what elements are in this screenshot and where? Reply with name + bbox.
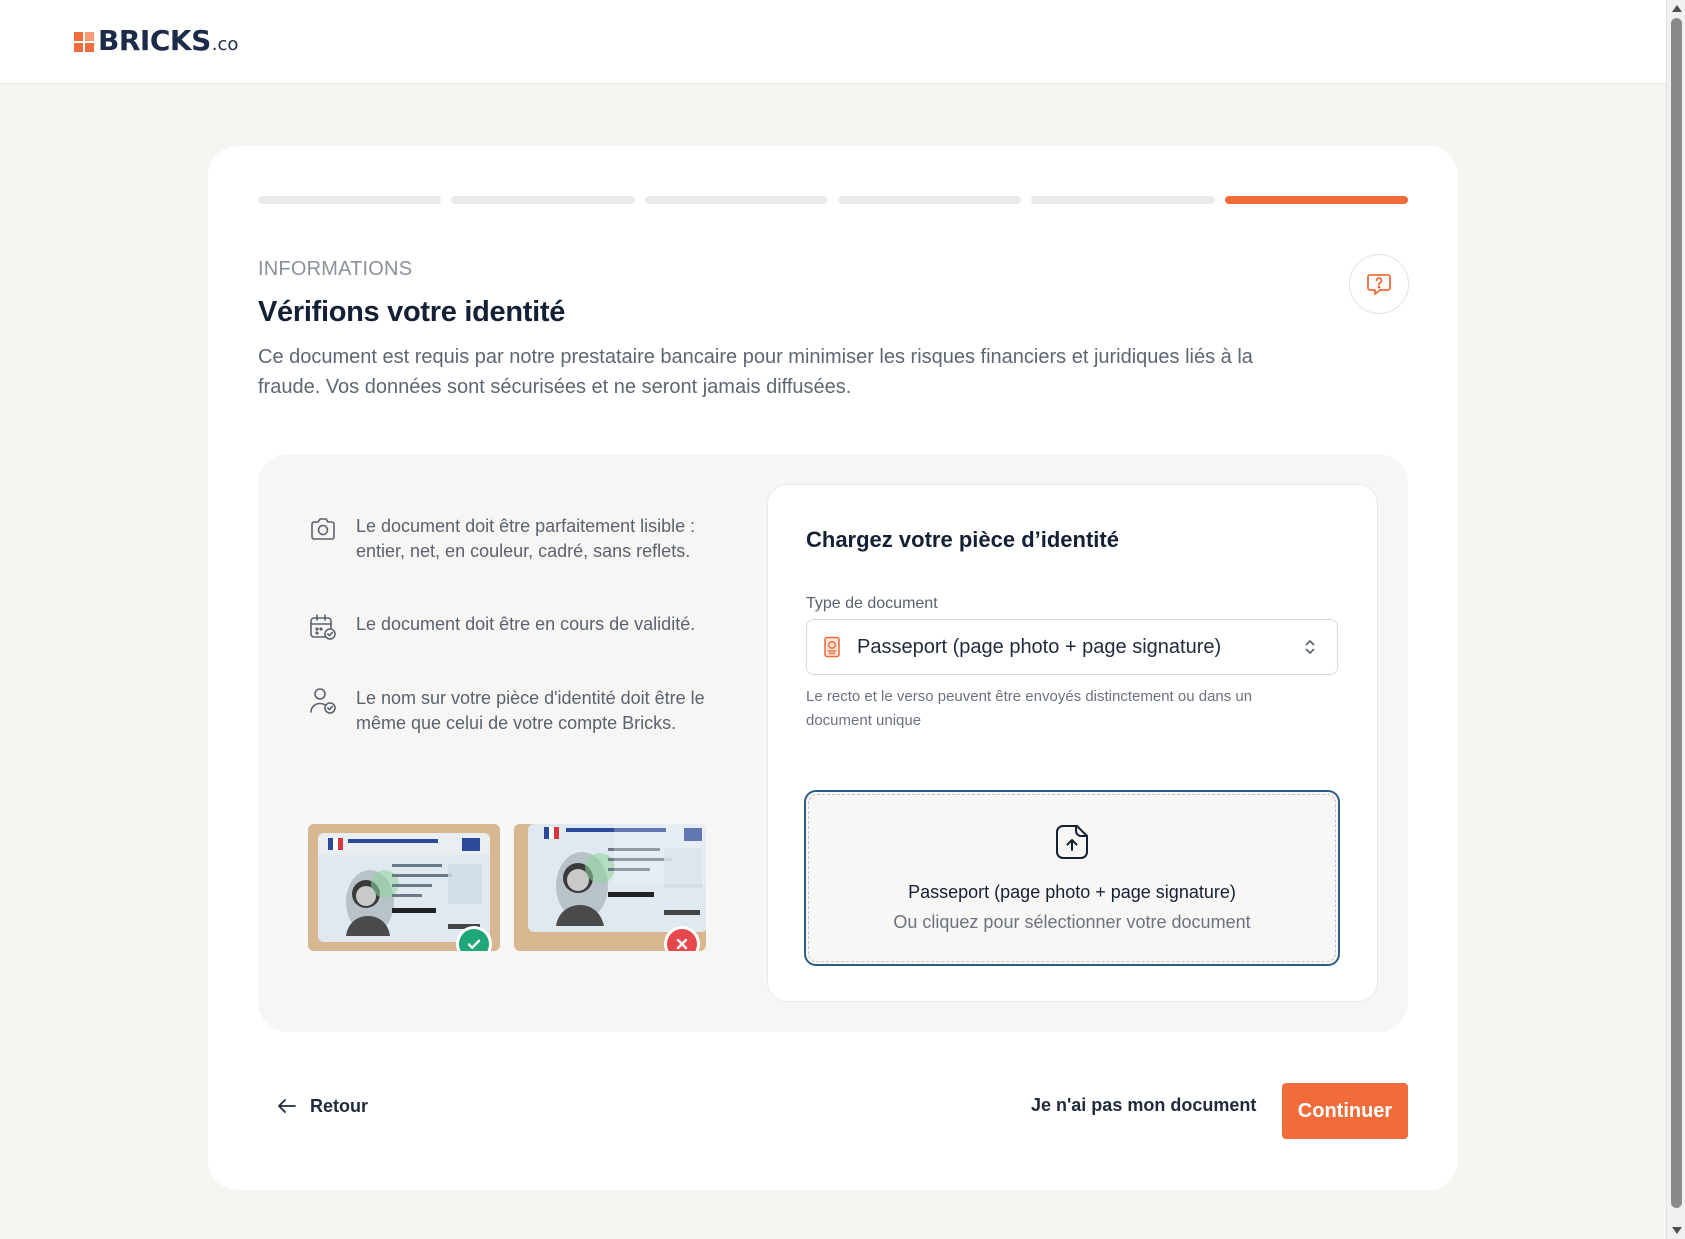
back-button-label: Retour — [310, 1095, 368, 1116]
calendar-check-icon — [310, 614, 336, 640]
check-icon — [467, 939, 481, 949]
dropzone-dashed-border — [808, 794, 1336, 962]
sample-id-valid — [308, 824, 500, 951]
logo-mark-icon — [74, 32, 94, 52]
sample-id-invalid — [514, 824, 706, 951]
document-type-select[interactable]: Passeport (page photo + page signature) — [806, 619, 1338, 675]
upload-panel: Le document doit être parfaitement lisib… — [258, 454, 1408, 1032]
progress-steps — [258, 196, 1408, 204]
logo-suffix: .co — [211, 34, 239, 55]
requirement-text: Le document doit être en cours de validi… — [356, 614, 696, 634]
back-button[interactable]: Retour — [276, 1095, 368, 1117]
scroll-up-arrow-icon[interactable] — [1672, 5, 1682, 12]
scroll-down-arrow-icon[interactable] — [1672, 1227, 1682, 1234]
progress-step — [1031, 196, 1215, 204]
logo-text: BRICKS — [98, 24, 211, 57]
document-type-value: Passeport (page photo + page signature) — [857, 635, 1222, 658]
progress-step — [837, 196, 1022, 204]
progress-step — [258, 196, 442, 204]
scroll-thumb[interactable] — [1671, 18, 1682, 1208]
progress-step — [451, 196, 635, 204]
chevron-up-down-icon — [1305, 640, 1315, 654]
document-type-hint: Le recto et le verso peuvent être envoyé… — [806, 688, 1253, 729]
document-dropzone[interactable]: Passeport (page photo + page signature) … — [804, 790, 1340, 966]
page-description: Ce document est requis par notre prestat… — [258, 346, 1253, 398]
arrow-left-icon — [278, 1099, 296, 1113]
requirement-item: Le document doit être parfaitement lisib… — [308, 514, 708, 564]
file-upload-icon — [1056, 825, 1088, 859]
passport-icon — [824, 636, 840, 658]
upload-title: Chargez votre pièce d’identité — [806, 527, 1119, 552]
camera-icon — [311, 518, 335, 540]
dropzone-subtitle: Ou cliquez pour sélectionner votre docum… — [893, 912, 1251, 932]
top-bar: BRICKS .co — [0, 0, 1666, 84]
document-type-label: Type de document — [806, 595, 938, 612]
close-icon — [676, 938, 688, 950]
requirement-text: Le nom sur votre pièce d'identité doit ê… — [356, 688, 705, 733]
continue-button[interactable]: Continuer — [1282, 1083, 1408, 1139]
page-title: Vérifions votre identité — [258, 296, 566, 328]
bricks-logo[interactable]: BRICKS .co — [74, 26, 238, 56]
upload-card: Chargez votre pièce d’identité Type de d… — [767, 484, 1378, 1002]
page-scrollbar[interactable] — [1666, 0, 1685, 1239]
requirement-item: Le nom sur votre pièce d'identité doit ê… — [308, 686, 708, 736]
dropzone-title: Passeport (page photo + page signature) — [908, 882, 1236, 902]
no-document-link[interactable]: Je n'ai pas mon document — [1031, 1095, 1256, 1116]
help-chat-icon — [1367, 274, 1391, 295]
identity-verification-card: INFORMATIONS Vérifions votre identité Ce… — [208, 146, 1458, 1190]
help-button[interactable] — [1349, 254, 1409, 314]
requirement-item: Le document doit être en cours de validi… — [308, 612, 708, 642]
requirement-text: Le document doit être parfaitement lisib… — [356, 516, 696, 561]
section-eyebrow: INFORMATIONS — [258, 258, 413, 280]
user-check-icon — [310, 688, 336, 714]
progress-step-current — [1224, 196, 1408, 204]
progress-step — [644, 196, 828, 204]
